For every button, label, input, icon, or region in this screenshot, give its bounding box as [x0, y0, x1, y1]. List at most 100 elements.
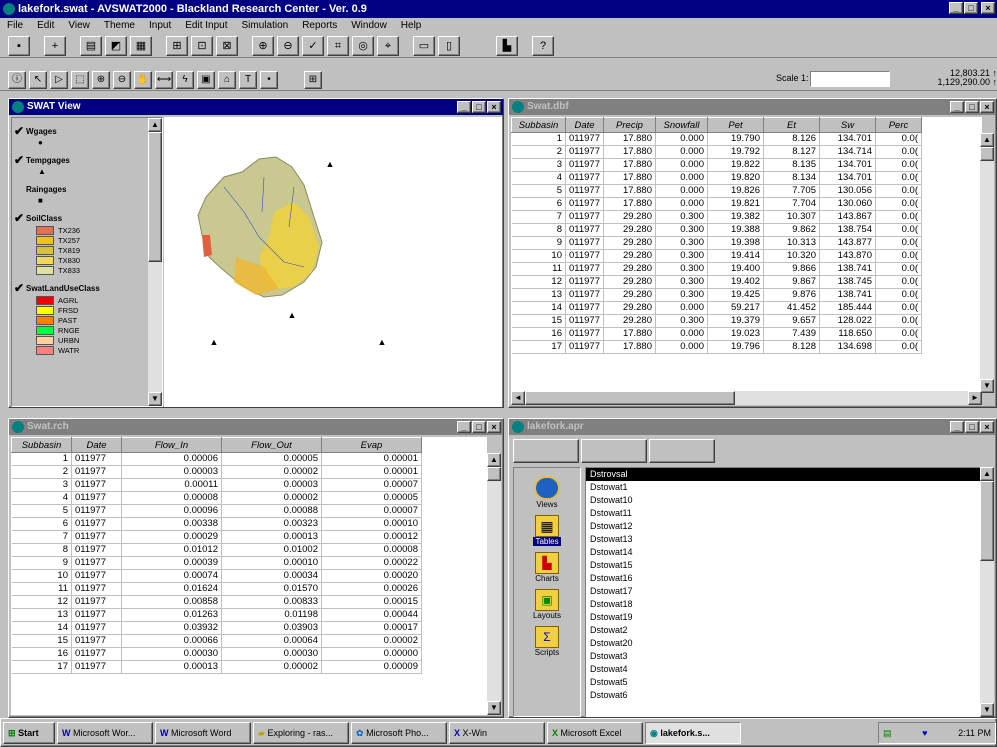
column-header[interactable]: Perc	[875, 117, 922, 133]
identify-icon[interactable]: ⓘ	[8, 70, 26, 89]
minimize-button[interactable]: _	[949, 2, 963, 14]
help-icon[interactable]: ?	[532, 35, 554, 56]
scroll-up-icon[interactable]: ▲	[487, 453, 501, 467]
table-row[interactable]: 4 011977 17.880 0.000 19.820 8.134 134.701 0.0(	[511, 171, 922, 185]
table-row[interactable]: 1 011977 17.880 0.000 19.790 8.126 134.701 0.0(	[511, 132, 922, 146]
table-row[interactable]: 8 011977 29.280 0.300 19.388 9.862 138.754 0.0(	[511, 223, 922, 237]
project-list-item[interactable]: Dstowat11	[586, 507, 980, 520]
save-project-icon[interactable]: ▪	[8, 35, 30, 56]
checkbox-icon[interactable]: ▫	[12, 182, 26, 196]
zoom-full-icon[interactable]: ⊞	[166, 35, 188, 56]
table-row[interactable]: 1 011977 0.00006 0.00005 0.00001	[11, 452, 422, 466]
project-list-scrollbar[interactable]: ▲ ▼	[980, 467, 994, 717]
select-features-icon[interactable]: ✓	[302, 35, 324, 56]
checkbox-icon[interactable]: ✔	[12, 281, 26, 295]
scroll-thumb[interactable]	[980, 147, 994, 161]
table-row[interactable]: 5 011977 17.880 0.000 19.826 7.705 130.056 0.0(	[511, 184, 922, 198]
scroll-thumb[interactable]	[525, 391, 735, 405]
layout-icon[interactable]: ▭	[413, 35, 435, 56]
project-list-item[interactable]: Dstowat13	[586, 533, 980, 546]
minimize-button[interactable]: _	[950, 101, 964, 113]
scale-input[interactable]	[810, 71, 890, 87]
project-list-item[interactable]: Dstowat10	[586, 494, 980, 507]
maximize-button[interactable]: □	[965, 101, 979, 113]
zoom-selected-icon[interactable]: ⊠	[216, 35, 238, 56]
column-header[interactable]: Et	[763, 117, 820, 133]
project-title-bar[interactable]: lakefork.apr _ □ ×	[509, 419, 996, 435]
category-scripts[interactable]: Σ Scripts	[535, 626, 559, 657]
menu-file[interactable]: File	[0, 18, 30, 34]
snap-icon[interactable]: ⊞	[304, 70, 322, 89]
maximize-button[interactable]: □	[472, 421, 486, 433]
table-row[interactable]: 14 011977 0.03932 0.03903 0.00017	[11, 621, 422, 635]
theme-soilclass[interactable]: ✔ SoilClass	[12, 211, 162, 225]
print-button[interactable]	[649, 439, 715, 463]
rch-table-scrollbar[interactable]: ▲ ▼	[487, 453, 501, 715]
scroll-thumb[interactable]	[980, 481, 994, 561]
new-button[interactable]	[513, 439, 579, 463]
minimize-button[interactable]: _	[457, 421, 471, 433]
table-row[interactable]: 10 011977 29.280 0.300 19.414 10.320 143.870 0.…	[511, 249, 922, 263]
swat-table-grid[interactable]: Subbasin Date Precip Snowfall Pet Et Sw Perc 10…	[511, 117, 982, 393]
swat-rch-title-bar[interactable]: Swat.rch _ □ ×	[9, 419, 503, 435]
scroll-right-icon[interactable]: ►	[968, 391, 982, 405]
table-row[interactable]: 2 011977 0.00003 0.00002 0.00001	[11, 465, 422, 479]
scroll-up-icon[interactable]: ▲	[980, 467, 994, 481]
category-layouts[interactable]: ▣ Layouts	[533, 589, 561, 620]
scroll-down-icon[interactable]: ▼	[980, 379, 994, 393]
menu-view[interactable]: View	[61, 18, 97, 34]
query-builder-icon[interactable]: ⌗	[327, 35, 349, 56]
menu-edit[interactable]: Edit	[30, 18, 61, 34]
swat-table-hscrollbar[interactable]: ◄ ►	[511, 391, 982, 405]
category-charts[interactable]: ▙ Charts	[535, 552, 559, 583]
table-row[interactable]: 16 011977 17.880 0.000 19.023 7.439 118.650 0.0…	[511, 327, 922, 341]
maximize-button[interactable]: □	[472, 101, 486, 113]
draw-point-icon[interactable]: •	[260, 70, 278, 89]
menu-help[interactable]: Help	[394, 18, 429, 34]
frame-icon[interactable]: ▯	[438, 35, 460, 56]
scroll-left-icon[interactable]: ◄	[511, 391, 525, 405]
theme-landuse[interactable]: ✔ SwatLandUseClass	[12, 281, 162, 295]
column-header[interactable]: Flow_Out	[221, 437, 322, 453]
project-list-item[interactable]: Dstowat1	[586, 481, 980, 494]
checkbox-icon[interactable]: ✔	[12, 211, 26, 225]
task-button[interactable]: W Microsoft Word	[155, 721, 251, 744]
project-list-item[interactable]: Dstowat20	[586, 637, 980, 650]
theme-wgages[interactable]: ✔ Wgages	[12, 124, 162, 138]
table-row[interactable]: 9 011977 0.00039 0.00010 0.00022	[11, 556, 422, 570]
measure-icon[interactable]: ⟷	[155, 70, 173, 89]
vertex-edit-icon[interactable]: ▷	[50, 70, 68, 89]
task-button[interactable]: ✿ Microsoft Pho...	[351, 721, 447, 744]
column-header[interactable]: Date	[71, 437, 122, 453]
task-button[interactable]: X X-Win	[449, 721, 545, 744]
map-canvas[interactable]: ▲ ▲ ▲ ▲	[164, 117, 502, 407]
project-list-item[interactable]: Dstowat4	[586, 663, 980, 676]
menu-simulation[interactable]: Simulation	[235, 18, 296, 34]
scroll-thumb[interactable]	[148, 132, 162, 262]
project-list-item[interactable]: Dstowat15	[586, 559, 980, 572]
minimize-button[interactable]: _	[457, 101, 471, 113]
table-row[interactable]: 6 011977 17.880 0.000 19.821 7.704 130.060 0.0(	[511, 197, 922, 211]
maximize-button[interactable]: □	[964, 2, 978, 14]
add-theme-icon[interactable]: +	[44, 35, 66, 56]
open-table-icon[interactable]: ▦	[130, 35, 152, 56]
maximize-button[interactable]: □	[965, 421, 979, 433]
menu-theme[interactable]: Theme	[97, 18, 142, 34]
project-list-item[interactable]: Dstowat17	[586, 585, 980, 598]
table-row[interactable]: 14 011977 29.280 0.000 59.217 41.452 185.444 0.…	[511, 301, 922, 315]
minimize-button[interactable]: _	[950, 421, 964, 433]
close-button[interactable]: ×	[487, 421, 501, 433]
project-list-item[interactable]: Dstowat2	[586, 624, 980, 637]
table-row[interactable]: 17 011977 0.00013 0.00002 0.00009	[11, 660, 422, 674]
table-row[interactable]: 11 011977 0.01624 0.01570 0.00026	[11, 582, 422, 596]
task-button-active[interactable]: ◉ lakefork.s...	[645, 721, 741, 744]
label-icon[interactable]: ⌂	[218, 70, 236, 89]
chart-icon[interactable]: ▙	[496, 35, 518, 56]
zoom-active-icon[interactable]: ⊡	[191, 35, 213, 56]
edit-legend-icon[interactable]: ◩	[105, 35, 127, 56]
table-row[interactable]: 6 011977 0.00338 0.00323 0.00010	[11, 517, 422, 531]
scroll-down-icon[interactable]: ▼	[148, 392, 162, 406]
table-row[interactable]: 4 011977 0.00008 0.00002 0.00005	[11, 491, 422, 505]
column-header[interactable]: Subbasin	[11, 437, 72, 453]
swat-view-title-bar[interactable]: SWAT View _ □ ×	[9, 99, 503, 115]
